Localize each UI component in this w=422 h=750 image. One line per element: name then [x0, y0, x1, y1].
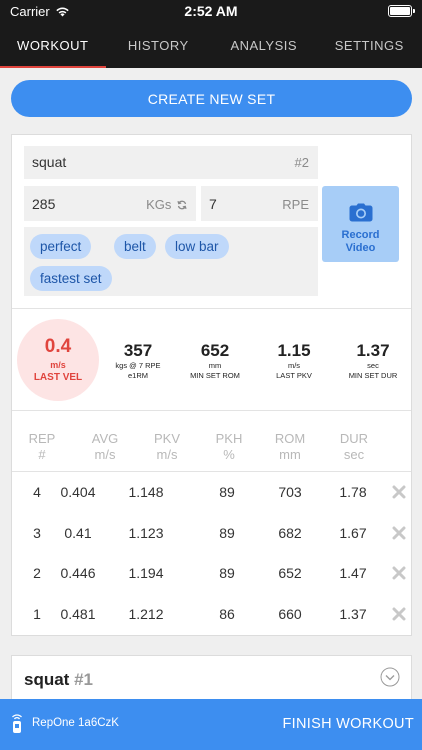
stat-min-set-rom: 652 mm MIN SET ROM	[174, 341, 256, 380]
video-label: Video	[345, 242, 376, 254]
last-velocity-badge: 0.4 m/s LAST VEL	[17, 319, 99, 401]
rep-dur: 1.78	[339, 484, 367, 500]
column-header: AVG m/s	[91, 431, 119, 462]
battery-icon	[388, 5, 415, 17]
stat-unit: mm	[208, 361, 222, 370]
create-new-set-button[interactable]: CREATE NEW SET	[11, 80, 412, 117]
weight-field[interactable]: 285 KGs	[24, 186, 196, 221]
stat-min-set-dur: 1.37 sec MIN SET DUR	[332, 341, 414, 380]
last-vel-value: 0.4	[44, 336, 72, 357]
rep-row: 4 0.404 1.148 89 703 1.78	[12, 473, 413, 513]
previous-set-number: #1	[74, 670, 93, 689]
tag-chip[interactable]: belt	[114, 234, 156, 259]
exercise-field[interactable]: squat #2	[24, 146, 318, 179]
tag-chip[interactable]: perfect	[30, 234, 92, 259]
rep-avg: 0.446	[60, 565, 96, 581]
rep-avg: 0.41	[64, 525, 92, 541]
column-header: PKH %	[215, 431, 243, 462]
tab-history[interactable]: HISTORY	[106, 22, 212, 68]
tab-workout[interactable]: WORKOUT	[0, 22, 106, 68]
last-vel-label: LAST VEL	[33, 372, 83, 383]
stat-value: 357	[123, 341, 153, 360]
camera-icon	[349, 203, 373, 222]
column-header: PKV m/s	[153, 431, 180, 462]
rep-pkv: 1.148	[128, 484, 164, 500]
rep-rom: 660	[278, 606, 302, 622]
stat-unit: kgs @ 7 RPE	[115, 361, 161, 370]
stat-value: 652	[200, 341, 230, 360]
stat-unit: m/s	[287, 361, 301, 370]
weight-unit: KGs	[146, 197, 172, 212]
previous-set-title: squat #1	[24, 670, 93, 690]
rpe-field[interactable]: 7 RPE	[201, 186, 318, 221]
rep-pkh: 89	[219, 565, 235, 581]
rep-row: 3 0.41 1.123 89 682 1.67	[12, 514, 413, 554]
rpe-value: 7	[209, 196, 217, 212]
stat-label: LAST PKV	[276, 371, 312, 380]
stat-e1rm: 357 kgs @ 7 RPE e1RM	[97, 341, 179, 380]
rpe-label: RPE	[282, 197, 309, 212]
tab-analysis[interactable]: ANALYSIS	[211, 22, 317, 68]
stat-unit: sec	[367, 361, 379, 370]
rep-pkv: 1.194	[128, 565, 164, 581]
stat-label: MIN SET ROM	[190, 371, 240, 380]
rep-pkh: 86	[219, 606, 235, 622]
rep-rom: 682	[278, 525, 302, 541]
bottom-bar: RepOne 1a6CzK FINISH WORKOUT	[0, 699, 422, 750]
delete-rep-icon[interactable]	[392, 526, 406, 540]
stat-label: MIN SET DUR	[348, 371, 398, 380]
status-time: 2:52 AM	[184, 3, 238, 19]
stat-value: 1.15	[277, 341, 311, 360]
finish-workout-button[interactable]: FINISH WORKOUT	[283, 716, 414, 732]
rep-row: 2 0.446 1.194 89 652 1.47	[12, 554, 413, 594]
tab-settings[interactable]: SETTINGS	[317, 22, 422, 68]
rep-avg: 0.481	[60, 606, 96, 622]
rep-row: 1 0.481 1.212 86 660 1.37	[12, 595, 413, 635]
chevron-down-icon[interactable]	[380, 667, 400, 687]
rep-rom: 703	[278, 484, 302, 500]
tab-bar: WORKOUT HISTORY ANALYSIS SETTINGS	[0, 22, 422, 68]
weight-value: 285	[32, 196, 56, 212]
stat-value: 1.37	[356, 341, 390, 360]
stat-label: e1RM	[127, 371, 148, 380]
device-icon	[12, 714, 22, 733]
tag-chip[interactable]: low bar	[165, 234, 229, 259]
tag-chip[interactable]: fastest set	[30, 266, 112, 291]
rep-dur: 1.37	[339, 606, 367, 622]
record-label: Record	[341, 229, 380, 241]
record-video-button[interactable]: Record Video	[322, 186, 399, 262]
rep-avg: 0.404	[60, 484, 96, 500]
set-number: #2	[294, 155, 309, 170]
tags-area[interactable]: perfect belt low bar fastest set	[24, 227, 318, 296]
last-vel-unit: m/s	[50, 360, 66, 370]
delete-rep-icon[interactable]	[392, 607, 406, 621]
rep-pkv: 1.212	[128, 606, 164, 622]
current-set-card: squat #2 285 KGs 7 RPE perfect belt low …	[11, 134, 412, 636]
rep-rom: 652	[278, 565, 302, 581]
previous-set-card[interactable]: squat #1	[11, 655, 412, 705]
divider	[12, 308, 411, 309]
swap-unit-icon[interactable]	[177, 200, 187, 210]
column-header: DUR sec	[339, 431, 369, 462]
column-header: ROM mm	[274, 431, 306, 462]
rep-dur: 1.47	[339, 565, 367, 581]
rep-pkh: 89	[219, 525, 235, 541]
device-name[interactable]: RepOne 1a6CzK	[32, 717, 119, 729]
divider	[12, 471, 411, 472]
divider	[12, 410, 411, 411]
rep-dur: 1.67	[339, 525, 367, 541]
column-header: REP #	[28, 431, 56, 462]
delete-rep-icon[interactable]	[392, 485, 406, 499]
rep-pkh: 89	[219, 484, 235, 500]
rep-pkv: 1.123	[128, 525, 164, 541]
stat-last-pkv: 1.15 m/s LAST PKV	[253, 341, 335, 380]
previous-set-exercise: squat	[24, 670, 70, 689]
delete-rep-icon[interactable]	[392, 566, 406, 580]
exercise-name: squat	[32, 154, 67, 170]
status-bar: Carrier 2:52 AM	[0, 0, 422, 22]
